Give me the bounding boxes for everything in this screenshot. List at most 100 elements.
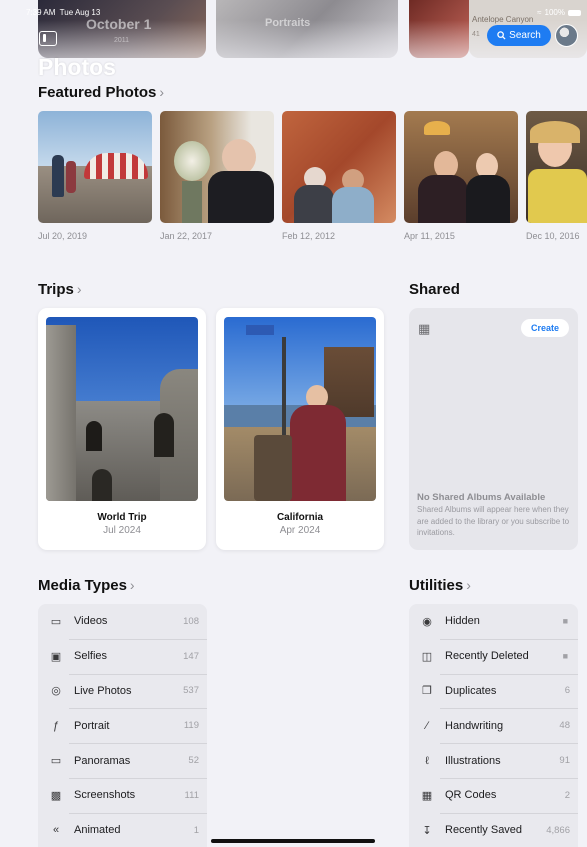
trip-date: Apr 2024 xyxy=(279,525,321,536)
trip-card-world-trip[interactable]: World Trip Jul 2024 xyxy=(38,308,206,550)
list-item-count: 1 xyxy=(193,824,199,836)
list-item-count: 537 xyxy=(183,685,199,697)
featured-photo[interactable] xyxy=(160,111,274,223)
status-date: Tue Aug 13 xyxy=(59,8,101,17)
list-item-label: QR Codes xyxy=(445,789,497,802)
list-item-screenshots[interactable]: ▩ Screenshots 111 xyxy=(38,777,207,813)
list-item-label: Hidden xyxy=(445,615,480,628)
list-item-label: Recently Deleted xyxy=(445,650,529,663)
screenshot-icon: ▩ xyxy=(50,789,62,802)
utilities-list: ◉ Hidden ■ ◫ Recently Deleted ■ ❐ Duplic… xyxy=(409,604,578,847)
list-item-count: 52 xyxy=(188,755,199,767)
search-button-label: Search xyxy=(509,30,541,41)
list-item-count: 108 xyxy=(183,615,199,627)
search-button[interactable]: Search xyxy=(487,25,551,46)
trip-date: Jul 2024 xyxy=(103,525,141,536)
list-item-illustrations[interactable]: ℓ Illustrations 91 xyxy=(409,743,578,778)
list-item-label: Panoramas xyxy=(74,754,131,767)
illustration-icon: ℓ xyxy=(425,754,429,767)
list-item-recently-deleted[interactable]: ◫ Recently Deleted ■ xyxy=(409,638,578,674)
list-item-selfies[interactable]: ▣ Selfies 147 xyxy=(38,638,207,674)
list-item-count: 2 xyxy=(564,789,570,801)
pen-icon: ∕ xyxy=(426,719,428,732)
list-item-label: Recently Saved xyxy=(445,824,523,837)
media-types-list: ▭ Videos 108 ▣ Selfies 147 ◎ Live Photos… xyxy=(38,604,207,847)
live-photo-icon: ◎ xyxy=(51,685,61,698)
featured-photo[interactable] xyxy=(38,111,152,223)
portrait-icon: ƒ xyxy=(52,719,60,732)
battery-percent: 100% xyxy=(544,8,565,17)
trash-icon: ◫ xyxy=(421,650,433,663)
list-item-count: 48 xyxy=(559,720,570,732)
photo-date: Feb 12, 2012 xyxy=(282,231,336,241)
list-item-animated[interactable]: « Animated 1 xyxy=(38,812,207,847)
chevron-right-icon: › xyxy=(466,577,471,593)
search-icon xyxy=(497,31,506,40)
trip-cover-image xyxy=(46,317,198,501)
list-item-qr-codes[interactable]: ▦ QR Codes 2 xyxy=(409,777,578,813)
list-item-portrait[interactable]: ƒ Portrait 119 xyxy=(38,708,207,743)
list-item-panoramas[interactable]: ▭ Panoramas 52 xyxy=(38,743,207,778)
trip-cover-image xyxy=(224,317,376,501)
trip-name: World Trip xyxy=(97,512,147,523)
page-title: Photos xyxy=(38,54,116,80)
chevron-right-icon: › xyxy=(159,84,165,100)
list-item-recently-saved[interactable]: ↧ Recently Saved 4,866 xyxy=(409,812,578,847)
chevron-right-icon: › xyxy=(129,577,135,593)
wifi-icon: ≈ xyxy=(537,8,542,17)
list-item-label: Screenshots xyxy=(74,789,136,802)
home-indicator[interactable] xyxy=(211,839,375,843)
eye-icon: ◉ xyxy=(422,615,432,628)
featured-photos-title: Featured Photos xyxy=(38,84,157,101)
photo-date: Dec 10, 2016 xyxy=(526,231,580,241)
media-types-title: Media Types xyxy=(38,577,127,594)
panorama-icon: ▭ xyxy=(50,755,62,768)
utilities-header[interactable]: Utilities › xyxy=(409,577,471,594)
list-item-count: 111 xyxy=(184,789,199,801)
list-item-count: 6 xyxy=(564,685,570,697)
featured-photo[interactable] xyxy=(404,111,518,223)
video-icon: ▭ xyxy=(50,615,62,628)
utilities-title: Utilities xyxy=(409,577,464,594)
list-item-label: Portrait xyxy=(74,719,110,732)
list-item-label: Animated xyxy=(74,824,121,837)
selfie-icon: ▣ xyxy=(50,650,62,663)
media-types-header[interactable]: Media Types › xyxy=(38,577,135,594)
status-bar-left: 7:39 AM Tue Aug 13 xyxy=(26,8,100,17)
list-item-label: Videos xyxy=(74,615,108,628)
list-item-handwriting[interactable]: ∕ Handwriting 48 xyxy=(409,708,578,743)
status-time: 7:39 AM xyxy=(26,8,56,17)
create-shared-album-button[interactable]: Create xyxy=(521,319,569,337)
list-item-count: 91 xyxy=(559,755,570,767)
lock-icon: ■ xyxy=(562,651,568,662)
animated-icon: « xyxy=(52,824,60,837)
featured-photo[interactable] xyxy=(526,111,587,223)
trip-card-california[interactable]: California Apr 2024 xyxy=(216,308,384,550)
chevron-right-icon: › xyxy=(76,281,82,297)
sidebar-toggle-icon[interactable] xyxy=(39,31,57,46)
shared-albums-card: ▦ Create No Shared Albums Available Shar… xyxy=(409,308,578,550)
list-item-count: 4,866 xyxy=(546,824,570,836)
trips-header[interactable]: Trips › xyxy=(38,281,82,298)
shared-empty-title: No Shared Albums Available xyxy=(417,492,546,503)
list-item-duplicates[interactable]: ❐ Duplicates 6 xyxy=(409,673,578,709)
list-item-count: 119 xyxy=(183,720,199,732)
list-item-count: 147 xyxy=(183,650,199,662)
duplicate-icon: ❐ xyxy=(422,685,432,698)
lock-icon: ■ xyxy=(562,616,568,627)
list-item-videos[interactable]: ▭ Videos 108 xyxy=(38,604,207,639)
photo-date: Jan 22, 2017 xyxy=(160,231,213,241)
photos-app-screen: October 1 2011 Portraits Antelope Canyon… xyxy=(0,0,587,847)
featured-photo[interactable] xyxy=(282,111,396,223)
shared-album-icon: ▦ xyxy=(418,321,431,336)
photo-date: Apr 11, 2015 xyxy=(404,231,455,241)
featured-photos-header[interactable]: Featured Photos › xyxy=(38,84,164,101)
qr-code-icon: ▦ xyxy=(421,789,433,802)
avatar[interactable] xyxy=(555,24,578,47)
shared-title: Shared xyxy=(409,281,460,298)
list-item-label: Handwriting xyxy=(445,719,504,732)
list-item-label: Live Photos xyxy=(74,684,132,697)
battery-icon xyxy=(568,9,581,16)
list-item-live-photos[interactable]: ◎ Live Photos 537 xyxy=(38,673,207,709)
list-item-hidden[interactable]: ◉ Hidden ■ xyxy=(409,604,578,639)
